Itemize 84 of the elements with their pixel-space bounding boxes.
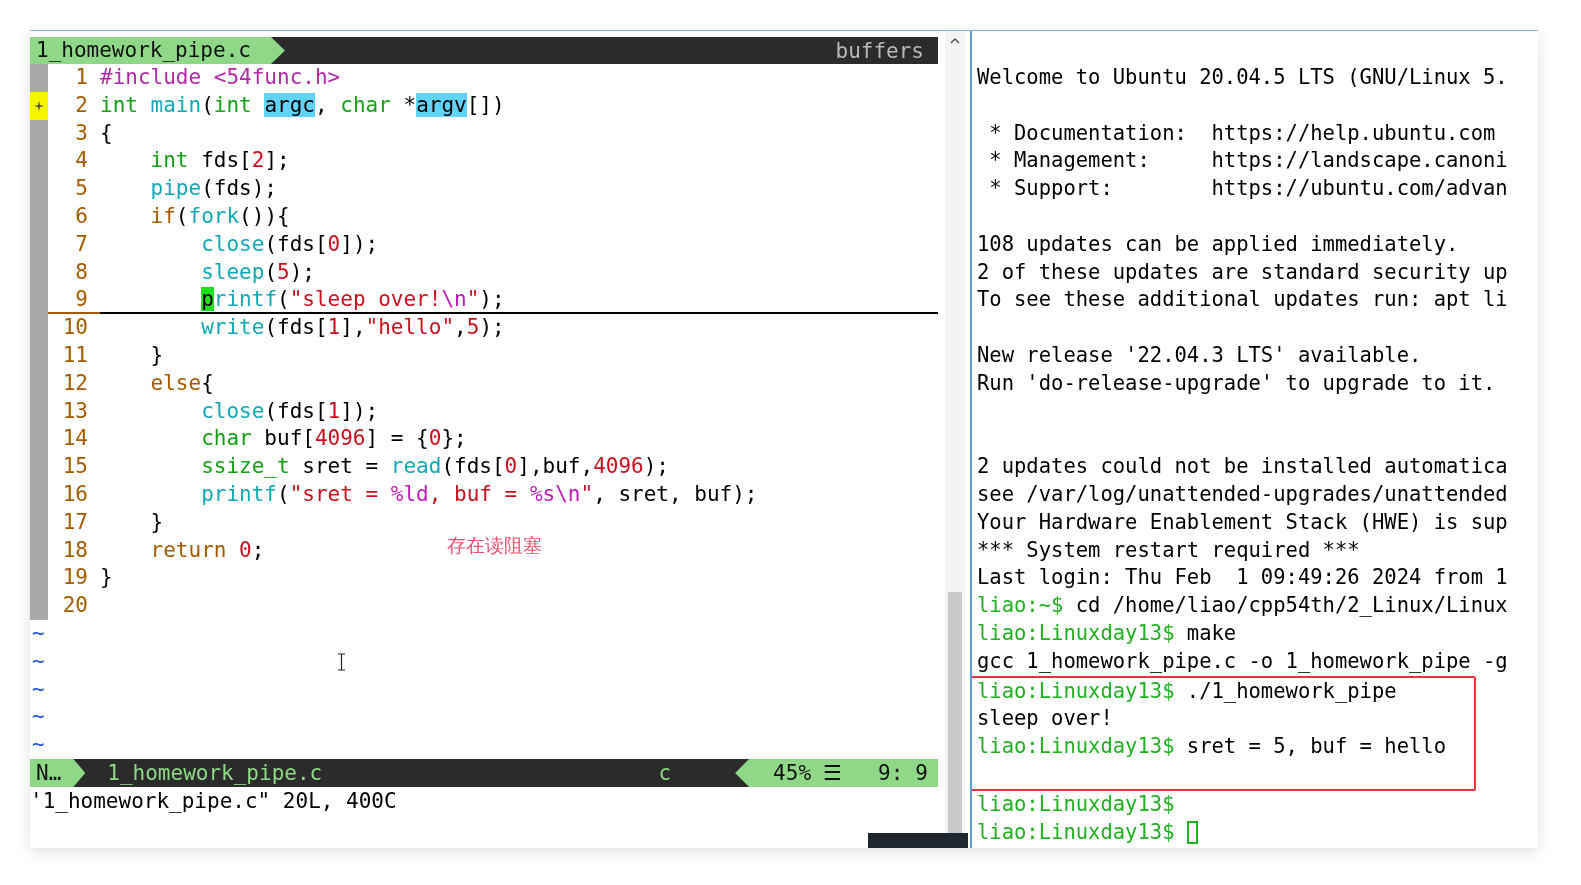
code-line: pipe(fds);	[149, 175, 277, 203]
code-line: }	[149, 341, 164, 369]
terminal-text: * Documentation: https://help.ubuntu.com	[988, 119, 1496, 147]
line-number: 16	[61, 480, 89, 508]
terminal-text: Welcome to Ubuntu 20.04.5 LTS (GNU/Linux 5.	[977, 64, 1508, 91]
code-line: }	[149, 508, 164, 536]
command-text: make	[1186, 619, 1237, 647]
code-line: printf("sret = %ld, buf = %s\n", sret, buf);	[200, 480, 758, 508]
code-line: ssize_t sret = read(fds[0],buf,4096);	[200, 453, 669, 481]
line-number: 4	[74, 147, 89, 175]
empty-line-marker: ~	[31, 703, 45, 731]
terminal-text: see /var/log/unattended-upgrades/unattended	[977, 480, 1508, 508]
shell-prompt: liao:Linuxday13$	[977, 790, 1175, 818]
terminal-text: * Support: https://ubuntu.com/advan	[988, 175, 1508, 203]
code-line: sleep(5);	[200, 258, 315, 286]
code-line: close(fds[1]);	[200, 397, 379, 425]
line-number: 6	[74, 203, 89, 230]
line-number: 7	[74, 230, 89, 258]
buffer-tab[interactable]: 1_homework_pipe.c	[30, 37, 285, 64]
shell-prompt: liao:Linuxday13$	[977, 818, 1175, 846]
code-line: {	[100, 119, 113, 147]
code-line: printf("sleep over!\n");	[200, 286, 505, 314]
line-number: 18	[61, 536, 89, 564]
code-line: }	[100, 564, 113, 592]
line-number: 3	[74, 119, 89, 147]
line-number: 15	[61, 453, 89, 481]
line-number: 20	[61, 592, 89, 620]
line-number: 19	[61, 564, 89, 592]
terminal-text: Last login: Thu Feb 1 09:49:26 2024 from 1	[977, 564, 1508, 592]
command-text: ./1_homework_pipe	[1186, 677, 1397, 705]
line-number: 12	[61, 369, 89, 397]
empty-line-marker: ~	[31, 675, 45, 703]
line-number: 8	[74, 258, 89, 286]
terminal-text: 2 of these updates are standard security up	[977, 258, 1508, 286]
command-text: cd /home/liao/cpp54th/2_Linux/Linux	[1075, 592, 1508, 620]
annotation-text: 存在读阻塞	[447, 533, 542, 558]
terminal-text: 2 updates could not be installed automatica	[977, 453, 1508, 481]
cursor-column: 9	[915, 760, 928, 785]
lines-icon: ☰	[823, 760, 843, 785]
shell-prompt: liao:~$	[977, 592, 1064, 620]
line-number: 11	[61, 341, 89, 369]
terminal-text: Run 'do-release-upgrade' to upgrade to it.	[977, 369, 1496, 397]
buffers-label: buffers	[835, 38, 925, 63]
code-line: return 0;	[149, 536, 265, 564]
terminal-text: Your Hardware Enablement Stack (HWE) is sup	[977, 508, 1508, 536]
cursor-line: 9:	[878, 760, 904, 785]
scroll-percent: 45%	[773, 760, 812, 785]
line-number: 17	[61, 508, 89, 536]
line-number: 13	[61, 397, 89, 425]
line-number: 9	[74, 286, 89, 314]
code-line: char buf[4096] = {0};	[200, 425, 467, 453]
text-cursor-icon	[337, 653, 346, 671]
shell-prompt: liao:Linuxday13$	[977, 733, 1175, 761]
code-line: write(fds[1],"hello",5);	[200, 314, 505, 342]
terminal-text: gcc 1_homework_pipe.c -o 1_homework_pipe -g	[977, 647, 1508, 675]
empty-line-marker: ~	[31, 647, 45, 675]
code-line: if(fork()){	[149, 203, 290, 230]
code-line: close(fds[0]);	[200, 230, 379, 258]
line-number: 1	[74, 64, 89, 91]
code-line: int main(int argc, char *argv[])	[100, 91, 505, 119]
terminal-text: *** System restart required ***	[977, 536, 1360, 564]
terminal-text: sleep over!	[977, 705, 1113, 733]
line-number: 5	[74, 175, 89, 203]
line-number: 14	[61, 425, 89, 453]
mode-indicator: N…	[30, 758, 86, 787]
empty-line-marker: ~	[31, 619, 45, 647]
file-name: 1_homework_pipe.c	[107, 760, 323, 785]
file-type: c	[658, 760, 672, 785]
shell-prompt: liao:Linuxday13$	[977, 619, 1175, 647]
line-number: 10	[61, 314, 89, 342]
shell-prompt: liao:Linuxday13$	[977, 677, 1175, 705]
message-line: '1_homework_pipe.c" 20L, 400C	[30, 787, 397, 815]
terminal-text: 108 updates can be applied immediately.	[977, 230, 1459, 258]
line-number: 2	[74, 91, 89, 119]
star-icon	[34, 100, 44, 111]
code-line: int fds[2];	[149, 147, 290, 175]
terminal-text: To see these additional updates run: apt li	[977, 286, 1508, 314]
empty-line-marker: ~	[31, 731, 45, 759]
terminal-text: * Management: https://landscape.canoni	[988, 147, 1508, 175]
command-text: sret = 5, buf = hello	[1186, 733, 1446, 761]
code-line: else{	[149, 369, 214, 397]
terminal-text: New release '22.04.3 LTS' available.	[977, 341, 1422, 369]
code-line: #include <54func.h>	[100, 64, 341, 91]
scroll-up-icon[interactable]	[950, 37, 960, 44]
